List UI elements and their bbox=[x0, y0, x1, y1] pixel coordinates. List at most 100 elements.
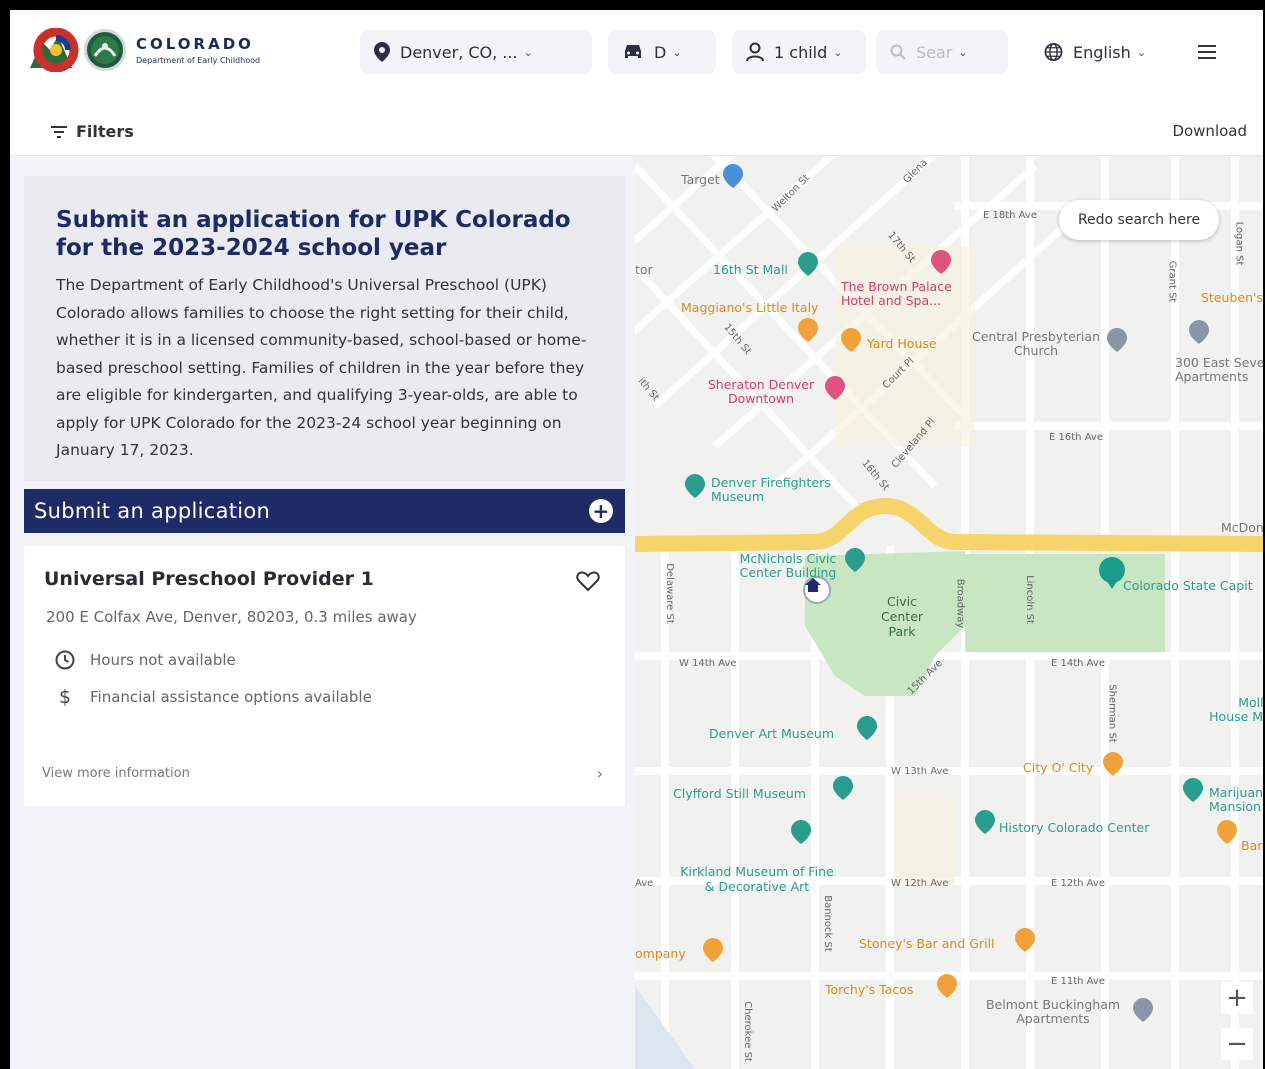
chevron-down-icon: ⌄ bbox=[958, 45, 968, 59]
colorado-c-logo-icon bbox=[28, 27, 80, 73]
chevron-down-icon: ⌄ bbox=[833, 45, 843, 59]
map-view[interactable]: Target 16th St Mall The Brown Palace Hot… bbox=[635, 156, 1263, 1069]
zoom-out-button[interactable]: − bbox=[1221, 1028, 1253, 1060]
location-pin-icon bbox=[374, 42, 390, 62]
street-label-cherokee: Cherokee St bbox=[741, 1001, 753, 1062]
map-pin-icon[interactable] bbox=[1189, 320, 1209, 344]
search-placeholder: Sear bbox=[916, 42, 953, 62]
map-label-clyfford-still: Clyfford Still Museum bbox=[673, 786, 806, 801]
provider-address: 200 E Colfax Ave, Denver, 80203, 0.3 mil… bbox=[46, 608, 417, 626]
street-label-w14th: W 14th Ave bbox=[679, 658, 737, 669]
map-label-city-o-city: City O' City bbox=[1023, 760, 1094, 775]
street-label-ave: Ave bbox=[635, 878, 654, 889]
children-value: 1 child bbox=[774, 42, 828, 62]
map-pin-icon[interactable] bbox=[937, 974, 957, 998]
map-label-kirkland-museum: Kirkland Museum of Fine & Decorative Art bbox=[680, 864, 834, 894]
upk-promo-card: Submit an application for UPK Colorado f… bbox=[24, 176, 625, 481]
map-pin-icon[interactable] bbox=[1133, 998, 1153, 1022]
person-icon bbox=[746, 42, 764, 62]
submit-application-button[interactable]: Submit an application + bbox=[24, 489, 625, 533]
map-pin-icon[interactable] bbox=[723, 164, 743, 188]
globe-icon bbox=[1044, 43, 1063, 61]
street-label-logan: Logan St bbox=[1233, 221, 1245, 266]
map-label-bar: Bar bbox=[1241, 838, 1263, 853]
filters-button[interactable]: Filters bbox=[50, 122, 134, 141]
map-label-yard-house: Yard House bbox=[867, 336, 937, 351]
logo-subtitle: Department of Early Childhood bbox=[136, 56, 261, 65]
top-header: COLORADO Department of Early Childhood D… bbox=[10, 10, 1263, 96]
map-label-art-museum: Denver Art Museum bbox=[709, 726, 835, 741]
app-window: COLORADO Department of Early Childhood D… bbox=[10, 10, 1263, 1069]
chevron-down-icon: ⌄ bbox=[1136, 45, 1146, 59]
street-label-sherman: Sherman St bbox=[1106, 684, 1118, 743]
map-label-tor: tor bbox=[635, 262, 653, 277]
map-label-brown-palace: The Brown Palace Hotel and Spa... bbox=[841, 279, 952, 308]
map-pin-icon[interactable] bbox=[857, 716, 877, 740]
view-more-link[interactable]: View more information bbox=[42, 766, 190, 781]
submit-application-label: Submit an application bbox=[34, 499, 271, 523]
map-label-state-capitol: Colorado State Capit bbox=[1123, 578, 1253, 593]
colorado-logo[interactable]: COLORADO Department of Early Childhood bbox=[28, 27, 261, 73]
early-childhood-seal-icon bbox=[84, 29, 126, 71]
street-label-grant: Grant St bbox=[1166, 260, 1178, 303]
language-dropdown[interactable]: English ⌄ bbox=[1030, 30, 1160, 74]
street-label-lincoln: Lincoln St bbox=[1023, 575, 1035, 624]
clock-icon bbox=[54, 650, 76, 670]
map-pin-icon[interactable] bbox=[1183, 778, 1203, 802]
map-label-company: ompany bbox=[635, 946, 686, 961]
filters-label: Filters bbox=[76, 122, 134, 141]
provider-financial: Financial assistance options available bbox=[90, 688, 372, 706]
map-label-torchys: Torchy's Tacos bbox=[825, 982, 914, 997]
zoom-in-button[interactable]: + bbox=[1221, 982, 1253, 1014]
map-pin-icon[interactable] bbox=[1217, 820, 1237, 844]
map-pin-icon[interactable] bbox=[1015, 928, 1035, 952]
street-label-e14th: E 14th Ave bbox=[1051, 658, 1105, 669]
provider-financial-row: $ Financial assistance options available bbox=[54, 686, 372, 708]
language-value: English bbox=[1073, 42, 1131, 62]
redo-search-button[interactable]: Redo search here bbox=[1059, 200, 1219, 240]
map-pin-icon[interactable] bbox=[975, 810, 995, 834]
chevron-right-icon[interactable]: › bbox=[597, 764, 603, 783]
map-label-mcdon: McDon bbox=[1221, 520, 1263, 535]
street-label-broadway: Broadway bbox=[954, 578, 966, 629]
street-label-bannock: Bannock St bbox=[821, 895, 833, 952]
children-dropdown[interactable]: 1 child ⌄ bbox=[732, 30, 866, 74]
hamburger-menu-icon[interactable] bbox=[1198, 45, 1216, 59]
street-label-e18th: E 18th Ave bbox=[983, 210, 1037, 221]
map-label-maggianos: Maggiano's Little Italy bbox=[681, 300, 819, 315]
search-dropdown[interactable]: Sear ⌄ bbox=[876, 30, 1008, 74]
chevron-down-icon: ⌄ bbox=[672, 45, 682, 59]
map-label-firefighters-museum: Denver Firefighters Museum bbox=[711, 475, 831, 504]
map-pin-icon[interactable] bbox=[685, 474, 705, 498]
provider-hours-row: Hours not available bbox=[54, 650, 236, 670]
home-marker-icon[interactable] bbox=[803, 576, 831, 604]
chevron-down-icon: ⌄ bbox=[523, 45, 533, 59]
heart-favorite-icon[interactable] bbox=[576, 570, 600, 592]
map-pin-icon[interactable] bbox=[1103, 752, 1123, 776]
map-pin-icon[interactable] bbox=[841, 328, 861, 352]
location-dropdown[interactable]: Denver, CO, ... ⌄ bbox=[360, 30, 592, 74]
map-label-central-presbyterian: Central Presbyterian Church bbox=[972, 329, 1100, 358]
map-pin-icon[interactable] bbox=[798, 318, 818, 342]
filter-icon bbox=[51, 125, 67, 138]
map-label-sheraton: Sheraton Denver Downtown bbox=[707, 377, 815, 406]
street-label-w13th: W 13th Ave bbox=[891, 766, 949, 777]
transport-dropdown[interactable]: D ⌄ bbox=[608, 30, 716, 74]
location-value: Denver, CO, ... bbox=[400, 42, 518, 62]
provider-card[interactable]: Universal Preschool Provider 1 200 E Col… bbox=[24, 546, 625, 806]
map-label-marijuana-mansion: Marijuana Mansion bbox=[1209, 785, 1263, 814]
map-pin-icon[interactable] bbox=[931, 250, 951, 274]
street-label-e16th: E 16th Ave bbox=[1049, 432, 1103, 443]
map-label-target: Target bbox=[681, 172, 720, 187]
map-pin-icon[interactable] bbox=[791, 820, 811, 844]
street-label-e11th: E 11th Ave bbox=[1051, 976, 1105, 987]
map-pin-icon[interactable] bbox=[798, 252, 818, 276]
download-button[interactable]: Download bbox=[1172, 122, 1247, 140]
results-panel: Submit an application for UPK Colorado f… bbox=[10, 156, 635, 1069]
map-pin-icon[interactable] bbox=[703, 938, 723, 962]
promo-body: The Department of Early Childhood's Univ… bbox=[56, 276, 587, 459]
map-label-stoneys: Stoney's Bar and Grill bbox=[859, 936, 995, 951]
map-label-history-colorado: History Colorado Center bbox=[999, 820, 1150, 835]
map-pin-icon[interactable] bbox=[833, 776, 853, 800]
map-pin-icon[interactable] bbox=[825, 376, 845, 400]
